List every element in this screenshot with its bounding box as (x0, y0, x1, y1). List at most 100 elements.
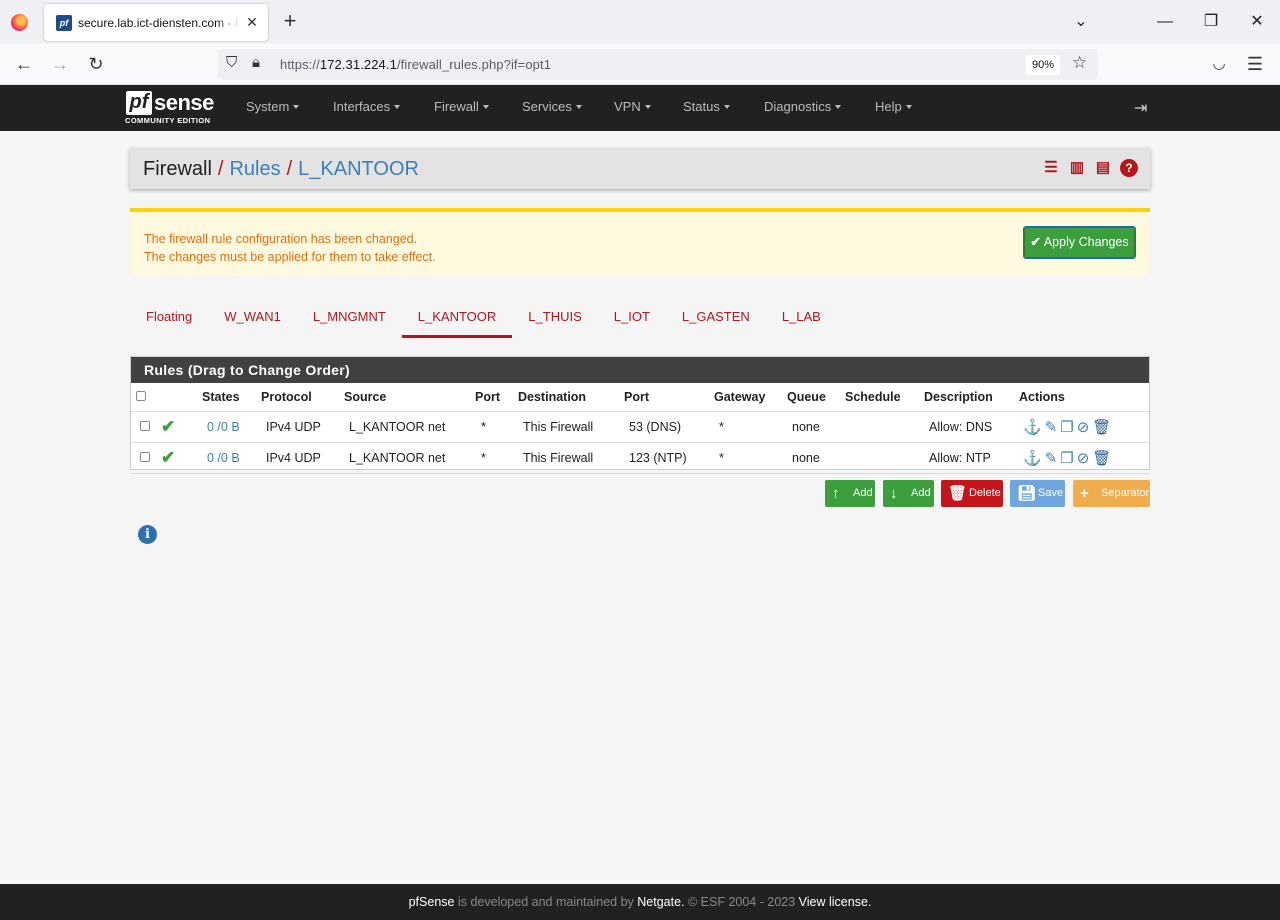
tab-floating[interactable]: Floating (130, 300, 208, 338)
breadcrumb-firewall: Firewall (143, 157, 212, 180)
menu-help[interactable]: Help (875, 85, 912, 131)
col-source: Source (344, 383, 475, 412)
new-tab-icon[interactable]: + (280, 10, 300, 34)
restore-icon[interactable]: ❐ (1199, 10, 1223, 34)
copy-icon[interactable]: ❐ (1060, 450, 1073, 467)
browser-tab[interactable]: pf secure.lab.ict-diensten.com - Firewal… (44, 4, 268, 41)
states-link[interactable]: 0 /0 B (207, 420, 240, 434)
logout-icon[interactable]: ⇥ (1134, 98, 1147, 118)
protocol-cell: IPv4 UDP (261, 411, 344, 443)
arrow-up-icon: ↑ (832, 485, 840, 502)
row-checkbox[interactable] (140, 451, 150, 462)
footer-text: is developed and maintained by (454, 895, 638, 909)
app-menu-icon[interactable]: ☰ (1243, 52, 1267, 76)
back-icon[interactable]: ← (12, 52, 36, 76)
sliders-icon[interactable]: ☰ (1042, 159, 1060, 177)
menu-vpn[interactable]: VPN (614, 85, 651, 131)
footer-company-link[interactable]: Netgate. (637, 895, 684, 909)
minimize-icon[interactable]: — (1153, 10, 1177, 34)
menu-services[interactable]: Services (522, 85, 582, 131)
row-checkbox[interactable] (140, 420, 150, 431)
protocol-cell: IPv4 UDP (261, 442, 344, 474)
source-port-cell: * (475, 442, 518, 474)
browser-navbar: ← → ↻ ⛉ 🔒︎ https://172.31.224.1/firewall… (0, 44, 1280, 85)
tab-w-wan1[interactable]: W_WAN1 (208, 300, 297, 338)
breadcrumb-current[interactable]: L_KANTOOR (298, 158, 419, 181)
firefox-logo-icon[interactable] (11, 14, 28, 31)
reload-icon[interactable]: ↻ (84, 52, 108, 76)
close-window-icon[interactable]: ✕ (1245, 10, 1269, 34)
add-top-button[interactable]: ↑ Add (825, 480, 875, 507)
tab-close-icon[interactable]: ✕ (244, 14, 260, 31)
footer-copyright: © ESF 2004 - 2023 (684, 895, 799, 909)
add-bottom-button[interactable]: ↓ Add (883, 480, 934, 507)
menu-diagnostics[interactable]: Diagnostics (764, 85, 842, 131)
url-bar[interactable]: ⛉ 🔒︎ https://172.31.224.1/firewall_rules… (218, 49, 1098, 80)
gateway-cell: * (714, 411, 787, 443)
lock-icon[interactable]: 🔒︎ (252, 54, 260, 71)
gateway-cell: * (714, 442, 787, 474)
tab-l-gasten[interactable]: L_GASTEN (666, 300, 766, 338)
tab-l-thuis[interactable]: L_THUIS (512, 300, 597, 338)
url-text[interactable]: https://172.31.224.1/firewall_rules.php?… (280, 57, 551, 72)
list-tabs-icon[interactable]: ⌄ (1069, 10, 1093, 34)
edit-pencil-icon[interactable]: ✎ (1045, 419, 1058, 436)
col-source-port: Port (475, 383, 518, 412)
bookmark-star-icon[interactable]: ☆ (1072, 53, 1087, 73)
select-all-checkbox[interactable] (136, 390, 146, 401)
help-icon[interactable]: ? (1120, 159, 1138, 177)
apply-changes-button[interactable]: ✔ Apply Changes (1023, 226, 1136, 259)
tab-l-mngmnt[interactable]: L_MNGMNT (297, 300, 402, 338)
bar-chart-icon[interactable]: ▥ (1068, 159, 1086, 177)
pfsense-logo[interactable]: pf sense COMMUNITY EDITION (124, 89, 224, 127)
delete-trash-icon[interactable]: 🗑︎ (1092, 450, 1111, 467)
menu-status[interactable]: Status (683, 85, 730, 131)
pocket-icon[interactable]: ◡ (1207, 52, 1231, 76)
zoom-level[interactable]: 90% (1026, 55, 1060, 75)
plus-icon: + (1080, 485, 1089, 502)
menu-system[interactable]: System (246, 85, 300, 131)
states-link[interactable]: 0 /0 B (207, 451, 240, 465)
shield-icon[interactable]: ⛉ (226, 54, 237, 71)
tab-l-iot[interactable]: L_IOT (598, 300, 666, 338)
breadcrumb-rules-link[interactable]: Rules (229, 158, 280, 181)
panel-title: Rules (Drag to Change Order) (131, 357, 1149, 383)
tab-title: secure.lab.ict-diensten.com - Firewall: … (78, 15, 240, 30)
description-cell: Allow: NTP (924, 442, 1019, 474)
alert-line-2: The changes must be applied for them to … (144, 250, 436, 264)
anchor-icon[interactable]: ⚓ (1023, 450, 1042, 467)
queue-cell: none (787, 411, 845, 443)
delete-button[interactable]: 🗑︎ Delete (941, 480, 1003, 507)
save-button[interactable]: 💾︎ Save (1010, 480, 1065, 507)
info-icon[interactable]: i (138, 525, 157, 544)
col-dest-port: Port (624, 383, 714, 412)
rules-table: States Protocol Source Port Destination … (131, 383, 1149, 474)
col-schedule: Schedule (845, 383, 924, 412)
edit-pencil-icon[interactable]: ✎ (1045, 450, 1058, 467)
separator-button[interactable]: + Separator (1073, 480, 1150, 507)
anchor-icon[interactable]: ⚓ (1023, 419, 1042, 436)
tab-l-lab[interactable]: L_LAB (766, 300, 837, 338)
footer-brand-link[interactable]: pfSense (409, 895, 455, 909)
table-row[interactable]: ✔ 0 /0 B IPv4 UDP L_KANTOOR net * This F… (131, 411, 1149, 443)
pass-check-icon: ✔ (161, 416, 176, 436)
disable-icon[interactable]: ⊘ (1077, 450, 1090, 467)
footer-license-link[interactable]: View license. (799, 895, 872, 909)
description-cell: Allow: DNS (924, 411, 1019, 443)
queue-cell: none (787, 442, 845, 474)
col-queue: Queue (787, 383, 845, 412)
col-description: Description (924, 383, 1019, 412)
tab-l-kantoor[interactable]: L_KANTOOR (401, 300, 513, 338)
disable-icon[interactable]: ⊘ (1077, 419, 1090, 436)
col-destination: Destination (518, 383, 624, 412)
table-row[interactable]: ✔ 0 /0 B IPv4 UDP L_KANTOOR net * This F… (131, 442, 1149, 474)
col-actions: Actions (1019, 383, 1149, 412)
arrow-down-icon: ↓ (890, 485, 898, 502)
forward-icon[interactable]: → (48, 52, 72, 76)
dest-port-cell: 53 (DNS) (624, 411, 714, 443)
menu-interfaces[interactable]: Interfaces (333, 85, 401, 131)
delete-trash-icon[interactable]: 🗑︎ (1092, 419, 1111, 436)
menu-firewall[interactable]: Firewall (434, 85, 489, 131)
copy-icon[interactable]: ❐ (1060, 419, 1073, 436)
log-list-icon[interactable]: ▤ (1094, 159, 1112, 177)
